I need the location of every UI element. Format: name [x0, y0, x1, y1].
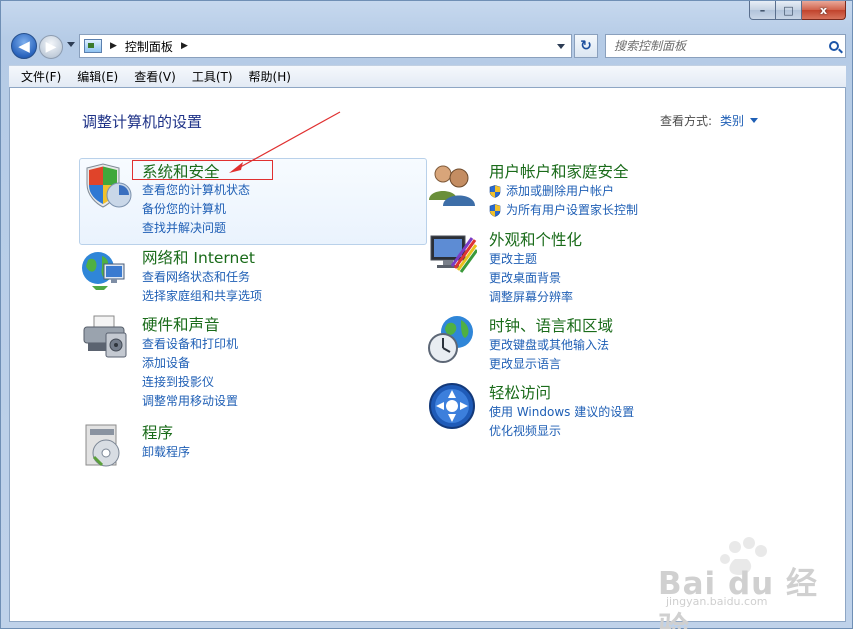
link-homegroup-sharing[interactable]: 选择家庭组和共享选项 — [142, 287, 262, 306]
content-area: 调整计算机的设置 查看方式: 类别 系统和安全 查看您的计算机状态 备份您的计算… — [9, 87, 846, 629]
view-by: 查看方式: 类别 — [660, 112, 759, 129]
uac-shield-icon — [489, 185, 501, 198]
link-devices-printers[interactable]: 查看设备和打印机 — [142, 335, 238, 354]
link-check-computer-status[interactable]: 查看您的计算机状态 — [142, 181, 250, 200]
menu-file[interactable]: 文件(F) — [13, 67, 69, 87]
close-button[interactable]: x — [802, 1, 846, 20]
category-links: 添加或删除用户帐户 为所有用户设置家长控制 — [489, 182, 638, 220]
watermark-brand: Bai du 经验 — [658, 566, 819, 629]
category-title[interactable]: 用户帐户和家庭安全 — [489, 160, 629, 182]
refresh-icon: ↻ — [580, 38, 592, 54]
search-icon[interactable] — [829, 41, 839, 51]
link-desktop-background[interactable]: 更改桌面背景 — [489, 269, 573, 288]
category-title[interactable]: 时钟、语言和区域 — [489, 314, 613, 336]
ease-of-access-icon — [429, 383, 475, 429]
link-text[interactable]: 添加或删除用户帐户 — [506, 182, 614, 201]
caption-buttons: – □ x — [749, 1, 846, 20]
back-arrow-icon: ◀ — [18, 37, 30, 55]
category-title[interactable]: 程序 — [142, 421, 173, 443]
link-change-input-method[interactable]: 更改键盘或其他输入法 — [489, 336, 609, 355]
page-title: 调整计算机的设置 — [82, 113, 203, 131]
category-title[interactable]: 硬件和声音 — [142, 313, 220, 335]
programs-icon — [85, 424, 120, 467]
watermark-url: jingyan.baidu.com — [666, 595, 768, 608]
breadcrumb-separator-icon[interactable]: ▶ — [181, 41, 188, 51]
chevron-down-icon[interactable] — [750, 118, 759, 123]
category-hardware-sound[interactable]: 硬件和声音 查看设备和打印机 添加设备 连接到投影仪 调整常用移动设置 — [80, 313, 428, 409]
link-uninstall-program[interactable]: 卸载程序 — [142, 443, 190, 462]
breadcrumb-separator-icon[interactable]: ▶ — [110, 41, 117, 51]
menu-help[interactable]: 帮助(H) — [241, 67, 299, 87]
link-connect-projector[interactable]: 连接到投影仪 — [142, 373, 238, 392]
link-optimize-video-display[interactable]: 优化视频显示 — [489, 422, 634, 441]
category-clock-language-region[interactable]: 时钟、语言和区域 更改键盘或其他输入法 更改显示语言 — [427, 314, 787, 374]
link-screen-resolution[interactable]: 调整屏幕分辨率 — [489, 288, 573, 307]
users-icon — [429, 165, 475, 206]
shield-icon — [86, 163, 132, 208]
category-links: 更改主题 更改桌面背景 调整屏幕分辨率 — [489, 250, 573, 307]
forward-arrow-icon: ▶ — [45, 39, 57, 55]
link-change-theme[interactable]: 更改主题 — [489, 250, 573, 269]
address-dropdown-icon[interactable] — [557, 43, 565, 49]
maximize-button[interactable]: □ — [776, 1, 802, 20]
menu-view[interactable]: 查看(V) — [126, 67, 184, 87]
link-parental-controls[interactable]: 为所有用户设置家长控制 — [489, 201, 638, 220]
link-find-fix-problems[interactable]: 查找并解决问题 — [142, 219, 250, 238]
link-mobility-settings[interactable]: 调整常用移动设置 — [142, 392, 238, 411]
recent-pages-dropdown-icon[interactable] — [67, 42, 75, 47]
back-button[interactable]: ◀ — [11, 33, 37, 59]
printer-icon — [83, 315, 127, 358]
category-links: 查看网络状态和任务 选择家庭组和共享选项 — [142, 268, 262, 306]
menu-edit[interactable]: 编辑(E) — [69, 67, 126, 87]
link-text[interactable]: 为所有用户设置家长控制 — [506, 201, 638, 220]
menu-bar: 文件(F) 编辑(E) 查看(V) 工具(T) 帮助(H) — [9, 65, 846, 87]
forward-button[interactable]: ▶ — [39, 35, 63, 59]
category-programs[interactable]: 程序 卸载程序 — [80, 421, 428, 471]
annotation-arrow — [229, 111, 341, 173]
menu-tools[interactable]: 工具(T) — [184, 67, 241, 87]
link-network-status[interactable]: 查看网络状态和任务 — [142, 268, 262, 287]
uac-shield-icon — [489, 204, 501, 217]
category-user-accounts[interactable]: 用户帐户和家庭安全 添加或删除用户帐户 为所有用户设置家长控制 — [427, 160, 787, 220]
refresh-button[interactable]: ↻ — [574, 34, 598, 58]
category-links: 卸载程序 — [142, 443, 190, 462]
search-box[interactable] — [605, 34, 846, 58]
search-input[interactable] — [606, 39, 811, 53]
network-globe-icon — [82, 252, 125, 290]
link-windows-suggested-settings[interactable]: 使用 Windows 建议的设置 — [489, 403, 634, 422]
breadcrumb-control-panel[interactable]: 控制面板 — [125, 38, 173, 55]
navigation-bar: ◀ ▶ ▶ 控制面板 ▶ ↻ — [9, 31, 846, 61]
link-add-remove-accounts[interactable]: 添加或删除用户帐户 — [489, 182, 638, 201]
category-links: 查看设备和打印机 添加设备 连接到投影仪 调整常用移动设置 — [142, 335, 238, 411]
window-frame: – □ x ◀ ▶ ▶ 控制面板 ▶ ↻ 文件(F) 编辑(E) 查看(V) 工… — [0, 0, 853, 629]
category-appearance[interactable]: 外观和个性化 更改主题 更改桌面背景 调整屏幕分辨率 — [427, 228, 787, 304]
appearance-monitor-icon — [430, 235, 477, 273]
clock-globe-icon — [428, 316, 473, 363]
minimize-button[interactable]: – — [749, 1, 776, 20]
link-add-device[interactable]: 添加设备 — [142, 354, 238, 373]
link-backup-computer[interactable]: 备份您的计算机 — [142, 200, 250, 219]
category-title[interactable]: 外观和个性化 — [489, 228, 582, 250]
control-panel-icon — [84, 39, 102, 53]
category-network-internet[interactable]: 网络和 Internet 查看网络状态和任务 选择家庭组和共享选项 — [80, 246, 428, 306]
address-bar[interactable]: ▶ 控制面板 ▶ — [79, 34, 572, 58]
category-ease-of-access[interactable]: 轻松访问 使用 Windows 建议的设置 优化视频显示 — [427, 381, 787, 441]
category-links: 查看您的计算机状态 备份您的计算机 查找并解决问题 — [142, 181, 250, 238]
category-links: 更改键盘或其他输入法 更改显示语言 — [489, 336, 609, 374]
category-links: 使用 Windows 建议的设置 优化视频显示 — [489, 403, 634, 441]
link-display-language[interactable]: 更改显示语言 — [489, 355, 609, 374]
view-by-dropdown[interactable]: 类别 — [720, 112, 744, 129]
category-title[interactable]: 轻松访问 — [489, 381, 551, 403]
view-by-label: 查看方式: — [660, 114, 713, 128]
category-title[interactable]: 网络和 Internet — [142, 246, 255, 268]
